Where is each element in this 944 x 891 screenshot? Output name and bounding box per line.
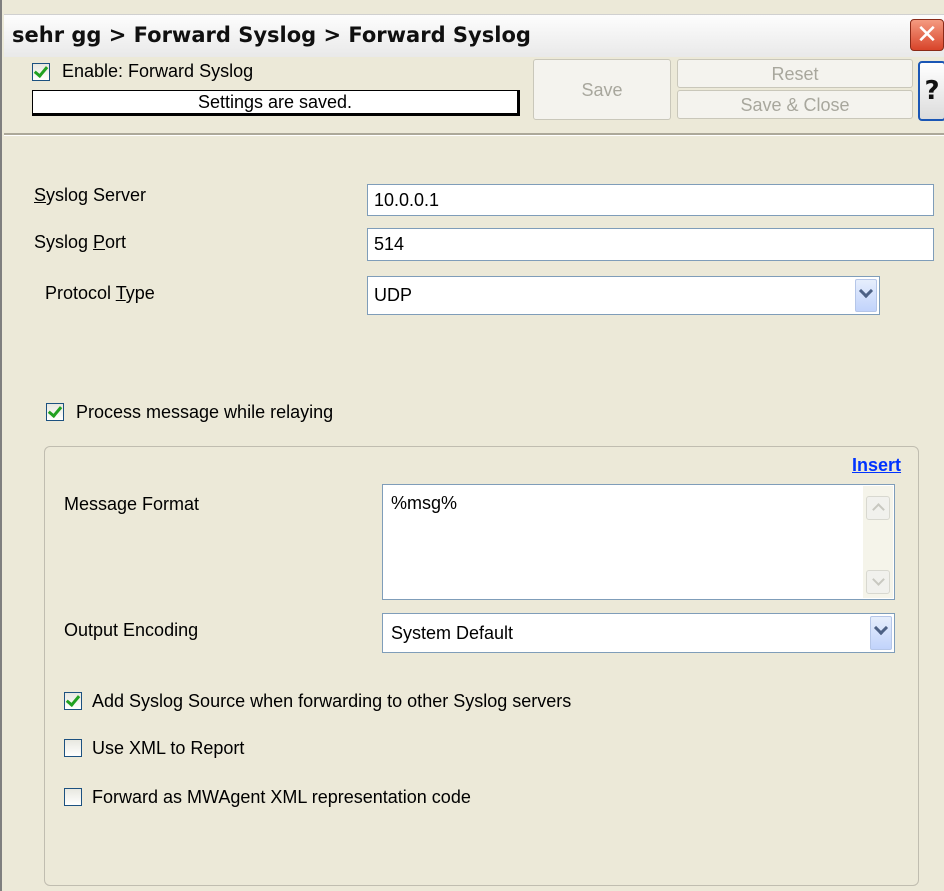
header-divider [4, 133, 944, 136]
window-title: sehr gg > Forward Syslog > Forward Syslo… [12, 23, 531, 47]
scroll-up-icon[interactable] [866, 496, 890, 520]
message-format-textarea[interactable]: %msg% [382, 484, 895, 600]
process-message-label: Process message while relaying [76, 402, 334, 422]
chevron-down-icon[interactable] [855, 279, 877, 312]
insert-link[interactable]: Insert [852, 455, 901, 476]
message-format-value: %msg% [391, 493, 458, 513]
output-encoding-value: System Default [391, 622, 514, 643]
process-message-checkbox[interactable] [46, 403, 64, 421]
status-message: Settings are saved. [32, 90, 520, 116]
protocol-type-value: UDP [374, 285, 413, 305]
save-button[interactable]: Save [533, 59, 671, 120]
add-syslog-source-checkbox[interactable] [64, 692, 82, 710]
forward-mwagent-label: Forward as MWAgent XML representation co… [92, 787, 471, 807]
output-encoding-label: Output Encoding [64, 620, 199, 640]
protocol-type-label: Protocol Type [45, 283, 155, 303]
close-icon[interactable]: ✕ [910, 19, 944, 51]
enable-label: Enable: Forward Syslog [62, 61, 254, 81]
syslog-port-label: Syslog Port [34, 232, 127, 252]
scroll-down-icon[interactable] [866, 570, 890, 594]
dialog-window: sehr gg > Forward Syslog > Forward Syslo… [0, 0, 944, 891]
message-format-label: Message Format [64, 494, 200, 514]
reset-button[interactable]: Reset [677, 59, 913, 88]
save-close-button[interactable]: Save & Close [677, 90, 913, 119]
use-xml-label: Use XML to Report [92, 738, 245, 758]
protocol-type-select[interactable]: UDP [367, 276, 880, 315]
use-xml-checkbox[interactable] [64, 739, 82, 757]
output-encoding-select[interactable]: System Default [382, 613, 895, 653]
title-bar[interactable]: sehr gg > Forward Syslog > Forward Syslo… [4, 14, 944, 58]
chevron-down-icon[interactable] [870, 616, 892, 650]
syslog-server-input[interactable]: 10.0.0.1 [367, 184, 934, 216]
enable-checkbox[interactable] [32, 63, 50, 81]
syslog-server-label: Syslog Server [34, 185, 147, 205]
textarea-scrollbar[interactable] [863, 486, 893, 598]
help-button[interactable]: ? [918, 61, 944, 121]
header-panel: Enable: Forward Syslog Settings are save… [4, 57, 944, 131]
syslog-port-input[interactable]: 514 [367, 228, 934, 261]
forward-mwagent-checkbox[interactable] [64, 788, 82, 806]
add-syslog-source-label: Add Syslog Source when forwarding to oth… [92, 691, 572, 711]
